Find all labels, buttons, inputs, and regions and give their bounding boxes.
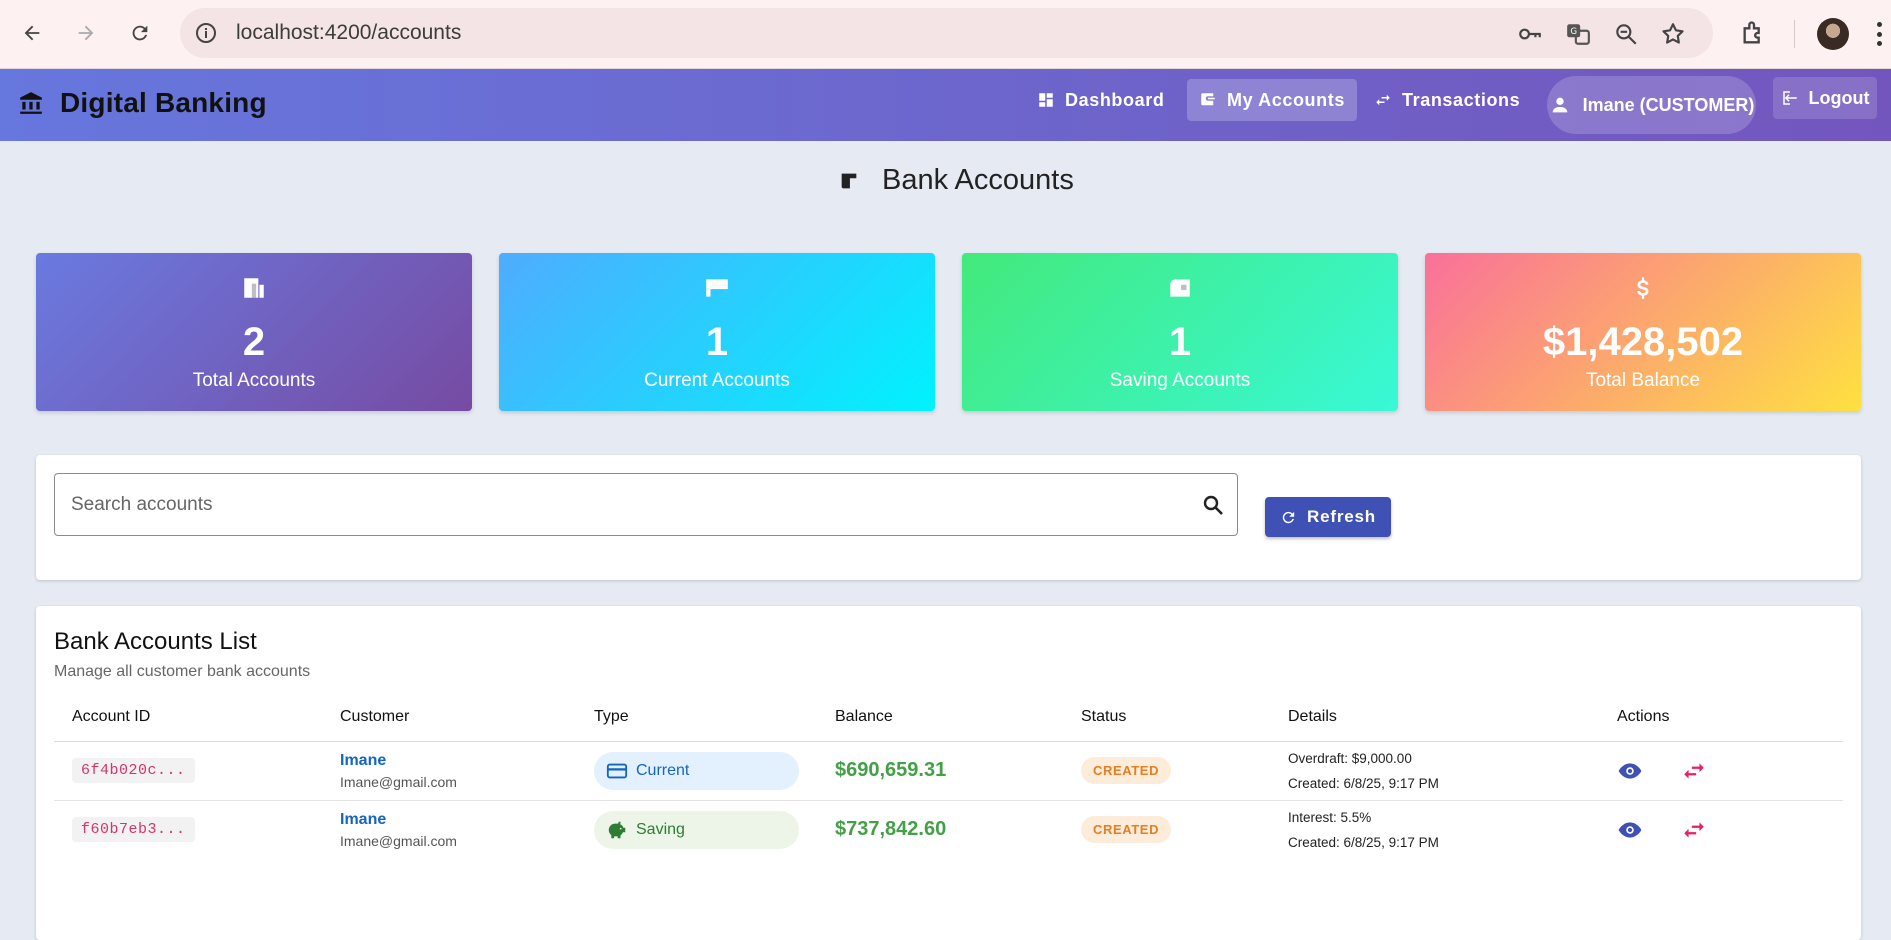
accounts-list-panel: Bank Accounts List Manage all customer b… bbox=[36, 606, 1861, 940]
stat-label: Total Balance bbox=[1585, 370, 1701, 391]
search-input[interactable] bbox=[71, 474, 1171, 535]
table-row[interactable]: f60b7eb3... Imane Imane@gmail.com Saving… bbox=[54, 800, 1843, 859]
nav-my-accounts[interactable]: My Accounts bbox=[1187, 79, 1357, 121]
swap-icon bbox=[1376, 94, 1390, 106]
status-badge: CREATED bbox=[1081, 757, 1172, 784]
page-title: Bank Accounts bbox=[838, 164, 1074, 197]
profile-avatar[interactable] bbox=[1817, 18, 1849, 50]
details-line: Overdraft: $9,000.00 bbox=[1288, 750, 1412, 766]
wallet-icon bbox=[841, 173, 857, 188]
bank-icon bbox=[20, 92, 42, 114]
search-panel: Refresh bbox=[36, 455, 1861, 580]
zoom-icon[interactable] bbox=[1613, 21, 1639, 47]
dashboard-icon bbox=[1039, 93, 1053, 107]
customer-name: Imane bbox=[340, 751, 387, 769]
transfer-icon[interactable] bbox=[1681, 758, 1707, 784]
customer-name: Imane bbox=[340, 810, 387, 828]
stat-card-total-balance: $1,428,502 Total Balance bbox=[1425, 253, 1861, 411]
column-header: Actions bbox=[1599, 693, 1843, 742]
type-chip: Current bbox=[594, 751, 799, 790]
arrow-right-icon bbox=[78, 25, 94, 41]
list-subtitle: Manage all customer bank accounts bbox=[54, 663, 311, 680]
stat-value: 1 bbox=[705, 320, 729, 364]
column-header[interactable]: Customer bbox=[322, 693, 576, 742]
account-id: f60b7eb3... bbox=[72, 817, 195, 843]
list-title: Bank Accounts List bbox=[54, 628, 257, 655]
stat-value: 2 bbox=[242, 320, 266, 364]
svg-text:G: G bbox=[1570, 27, 1577, 37]
translate-icon[interactable]: G bbox=[1565, 21, 1591, 47]
stat-card-current-accounts: 1 Current Accounts bbox=[499, 253, 935, 411]
stat-label: Total Accounts bbox=[192, 370, 316, 391]
dollar-icon bbox=[1637, 277, 1649, 299]
logout-icon bbox=[1782, 91, 1797, 105]
details-line: Interest: 5.5% bbox=[1288, 809, 1372, 825]
forward-button[interactable] bbox=[70, 17, 102, 49]
user-menu[interactable]: Imane (CUSTOMER) bbox=[1547, 76, 1756, 134]
stat-value: 1 bbox=[1168, 320, 1192, 364]
stat-card-total-accounts: 2 Total Accounts bbox=[36, 253, 472, 411]
app-title: Digital Banking bbox=[60, 87, 267, 118]
reload-button[interactable] bbox=[124, 17, 156, 49]
balance: $737,842.60 bbox=[835, 818, 947, 841]
refresh-icon bbox=[1282, 511, 1295, 523]
accounts-table: Account ID Customer Type Balance Status … bbox=[54, 693, 1843, 859]
bank-icon bbox=[244, 278, 264, 298]
table-header: Account ID Customer Type Balance Status … bbox=[54, 693, 1843, 742]
account-id: 6f4b020c... bbox=[72, 758, 195, 783]
reload-icon bbox=[132, 25, 148, 41]
stat-card-saving-accounts: 1 Saving Accounts bbox=[962, 253, 1398, 411]
nav-transactions[interactable]: Transactions bbox=[1362, 79, 1532, 121]
info-icon[interactable] bbox=[194, 21, 218, 45]
balance: $690,659.31 bbox=[835, 759, 947, 781]
card-icon bbox=[706, 279, 728, 297]
column-header[interactable]: Details bbox=[1270, 693, 1599, 742]
person-icon bbox=[1552, 97, 1567, 113]
url-text[interactable]: localhost:4200/accounts bbox=[236, 21, 461, 45]
search-field[interactable] bbox=[54, 473, 1238, 536]
transfer-icon[interactable] bbox=[1681, 817, 1707, 843]
browser-toolbar: localhost:4200/accounts G bbox=[0, 0, 1891, 69]
app-header: Digital Banking Dashboard My Accounts Tr… bbox=[0, 69, 1891, 141]
piggy-bank-icon bbox=[1170, 279, 1190, 297]
credit-card-icon bbox=[606, 763, 628, 778]
customer-email: Imane@gmail.com bbox=[340, 773, 457, 790]
brand[interactable]: Digital Banking bbox=[18, 87, 267, 119]
extensions-icon[interactable] bbox=[1740, 19, 1768, 47]
stat-label: Current Accounts bbox=[644, 370, 790, 391]
column-header[interactable]: Type bbox=[576, 693, 817, 742]
wallet-icon bbox=[1201, 93, 1215, 106]
nav-dashboard[interactable]: Dashboard bbox=[1025, 79, 1176, 121]
details-line: Created: 6/8/25, 9:17 PM bbox=[1288, 834, 1439, 850]
arrow-left-icon bbox=[24, 25, 40, 41]
type-chip: Saving bbox=[594, 810, 799, 849]
star-icon[interactable] bbox=[1660, 21, 1686, 47]
logout-button[interactable]: Logout bbox=[1773, 77, 1877, 119]
column-header[interactable]: Balance bbox=[817, 693, 1063, 742]
view-icon[interactable] bbox=[1617, 817, 1643, 843]
column-header[interactable]: Account ID bbox=[54, 693, 322, 742]
address-bar[interactable]: localhost:4200/accounts G bbox=[180, 8, 1713, 58]
customer-email: Imane@gmail.com bbox=[340, 832, 457, 849]
refresh-button[interactable]: Refresh bbox=[1265, 497, 1391, 537]
stat-value: $1,428,502 bbox=[1542, 320, 1744, 364]
back-button[interactable] bbox=[16, 17, 48, 49]
key-icon[interactable] bbox=[1517, 21, 1543, 47]
piggy-bank-icon bbox=[608, 821, 626, 838]
table-row[interactable]: 6f4b020c... Imane Imane@gmail.com Curren… bbox=[54, 741, 1843, 801]
view-icon[interactable] bbox=[1617, 758, 1643, 784]
status-badge: CREATED bbox=[1081, 816, 1172, 844]
column-header[interactable]: Status bbox=[1063, 693, 1270, 742]
search-icon[interactable] bbox=[1201, 493, 1225, 517]
stat-label: Saving Accounts bbox=[1109, 370, 1251, 391]
toolbar-divider bbox=[1794, 20, 1795, 48]
browser-menu-button[interactable] bbox=[1876, 22, 1882, 46]
details-line: Created: 6/8/25, 9:17 PM bbox=[1288, 775, 1439, 791]
